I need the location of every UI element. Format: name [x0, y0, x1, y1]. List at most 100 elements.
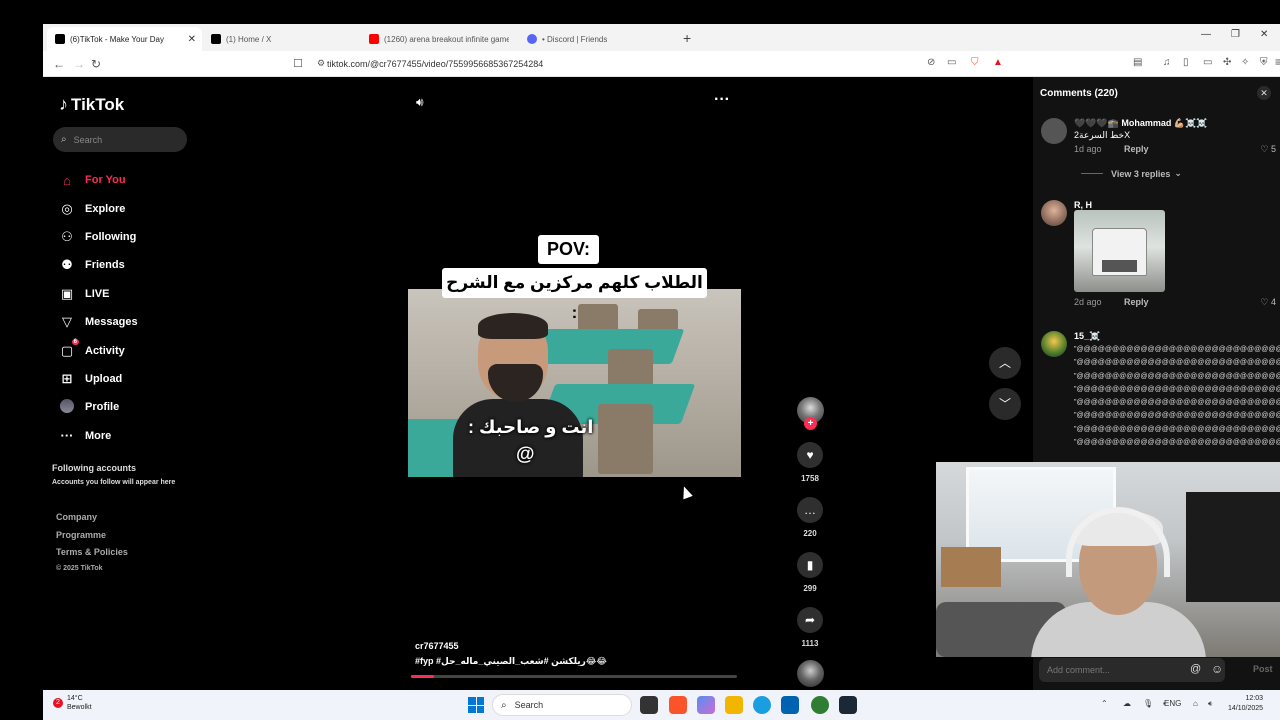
nav-label: More: [85, 429, 112, 442]
nav-for-you[interactable]: ⌂ For You: [59, 166, 138, 194]
network-icon[interactable]: ⌂: [1193, 699, 1198, 708]
bookmark-icon[interactable]: ☐: [293, 57, 303, 70]
share-icon[interactable]: ➦: [797, 607, 823, 633]
nav-live[interactable]: ▣ LIVE: [59, 280, 138, 308]
video-author[interactable]: cr7677455: [415, 641, 459, 651]
emoji-icon[interactable]: ☺: [1211, 662, 1223, 676]
task-view-icon[interactable]: [640, 696, 658, 714]
comment-like[interactable]: ♡ 4: [1260, 297, 1276, 308]
comment-like-count: 5: [1270, 144, 1276, 154]
close-window-icon[interactable]: ✕: [1260, 29, 1268, 40]
weather-widget[interactable]: 2 14°C Bewolkt: [53, 694, 92, 712]
comment-image[interactable]: [1074, 210, 1165, 292]
commenter-avatar[interactable]: [1041, 200, 1067, 226]
mute-site-icon[interactable]: ⊘: [927, 57, 935, 68]
tab-discord[interactable]: • Discord | Friends: [519, 27, 679, 51]
reply-button[interactable]: Reply: [1124, 144, 1149, 154]
close-tab-icon[interactable]: ✕: [188, 34, 196, 45]
search-box[interactable]: ⌕ Search: [53, 127, 187, 152]
mention-icon[interactable]: @: [1190, 663, 1201, 675]
wallet-icon[interactable]: ▭: [1203, 57, 1212, 68]
restore-icon[interactable]: ❐: [1231, 29, 1240, 40]
commenter-avatar[interactable]: [1041, 118, 1067, 144]
video-hashtags[interactable]: #fyp #ريلكشن #شعب_الصيني_ماله_حل😂😂: [415, 656, 607, 667]
follow-plus-icon[interactable]: +: [804, 417, 817, 430]
commenter-name[interactable]: R, H: [1074, 200, 1092, 210]
forward-icon[interactable]: →: [73, 57, 85, 71]
language-indicator[interactable]: ENG: [1164, 699, 1181, 708]
nav-explore[interactable]: ◎ Explore: [59, 194, 138, 222]
reload-icon[interactable]: ↻: [91, 57, 101, 71]
footer-company-link[interactable]: Company: [56, 512, 128, 530]
tiktok-logo[interactable]: ♪ TikTok: [59, 94, 124, 115]
nav-messages[interactable]: ▽ Messages: [59, 308, 138, 336]
brave-shield-icon[interactable]: ⛉: [971, 57, 979, 68]
following-accounts-subtitle: Accounts you follow will appear here: [52, 479, 176, 486]
leo-icon[interactable]: ✧: [1241, 57, 1249, 68]
nav-profile[interactable]: Profile: [59, 393, 138, 421]
close-comments-icon[interactable]: ✕: [1257, 86, 1271, 100]
video-progress-bar[interactable]: [411, 675, 737, 678]
tray-cloud-icon[interactable]: ☁: [1123, 699, 1131, 708]
commenter-name[interactable]: 15_☠️: [1074, 331, 1100, 342]
more-options-icon[interactable]: ···: [714, 91, 730, 109]
footer-terms-link[interactable]: Terms & Policies: [56, 547, 128, 565]
tab-x[interactable]: (1) Home / X: [203, 27, 363, 51]
tab-youtube[interactable]: (1260) arena breakout infinite gameplay: [361, 27, 521, 51]
steam-icon[interactable]: [839, 696, 857, 714]
nav-friends[interactable]: ⚉ Friends: [59, 251, 138, 279]
game-app-icon[interactable]: [811, 696, 829, 714]
brave-rewards-icon[interactable]: ▲: [993, 57, 1003, 68]
vpn-icon[interactable]: ⛨: [1260, 57, 1268, 68]
comment-icon[interactable]: …: [797, 497, 823, 523]
save-action[interactable]: ▮ 299: [795, 552, 825, 593]
store-icon[interactable]: [781, 696, 799, 714]
tray-mic-icon[interactable]: 🎙︎: [1143, 699, 1153, 708]
nav-upload[interactable]: ⊞ Upload: [59, 365, 138, 393]
taskbar-clock[interactable]: 12:03 14/10/2025: [1228, 694, 1263, 714]
nav-activity[interactable]: ▢ 6 Activity: [59, 336, 138, 364]
edge-icon[interactable]: [753, 696, 771, 714]
post-button[interactable]: Post: [1253, 664, 1273, 674]
comment-like[interactable]: ♡ 5: [1260, 144, 1276, 155]
back-icon[interactable]: ←: [53, 57, 65, 71]
nav-menu: ⌂ For You ◎ Explore ⚇ Following ⚉ Friend…: [59, 166, 138, 450]
nav-more[interactable]: ··· More: [59, 422, 138, 450]
reply-button[interactable]: Reply: [1124, 297, 1149, 307]
menu-icon[interactable]: ≡: [1275, 55, 1280, 69]
bookmark-icon[interactable]: ▮: [797, 552, 823, 578]
sidebar-toggle-icon[interactable]: ▤: [1133, 57, 1142, 68]
nav-following[interactable]: ⚇ Following: [59, 223, 138, 251]
copilot-icon[interactable]: [697, 696, 715, 714]
music-disc-avatar[interactable]: [797, 660, 824, 687]
site-info-icon[interactable]: ⚙: [317, 58, 325, 69]
file-explorer-icon[interactable]: [725, 696, 743, 714]
commenter-avatar[interactable]: [1041, 331, 1067, 357]
minimize-icon[interactable]: —: [1201, 29, 1211, 40]
brave-browser-icon[interactable]: [669, 696, 687, 714]
cast-icon[interactable]: ▭: [947, 57, 956, 68]
volume-tray-icon[interactable]: 🔉︎: [1208, 699, 1213, 709]
tab-tiktok[interactable]: (6)TikTok - Make Your Day ✕: [47, 27, 202, 51]
heart-icon[interactable]: ♥: [797, 442, 823, 468]
windows-start-icon[interactable]: [468, 697, 484, 713]
commenter-name[interactable]: 🖤🖤🖤🕋 Mohammad 💪🏼☠️☠️: [1074, 118, 1207, 129]
tray-chevron-icon[interactable]: ⌃: [1101, 699, 1108, 708]
creator-avatar[interactable]: +: [797, 397, 824, 430]
comment-action[interactable]: … 220: [795, 497, 825, 538]
previous-video-button[interactable]: ︿: [989, 347, 1021, 379]
music-icon[interactable]: ♫: [1163, 57, 1171, 68]
url-field[interactable]: ⚙ tiktok.com/@cr7677455/video/7559956685…: [309, 54, 1009, 74]
new-tab-button[interactable]: +: [683, 30, 691, 46]
comment-meta: 2d ago Reply: [1074, 297, 1169, 307]
clock-date: 14/10/2025: [1228, 705, 1264, 712]
share-action[interactable]: ➦ 1113: [795, 607, 825, 648]
taskbar-search[interactable]: ⌕ Search: [492, 694, 632, 716]
view-replies-button[interactable]: View 3 replies ⌄: [1081, 168, 1182, 179]
volume-icon[interactable]: 🔊︎: [416, 95, 424, 110]
like-action[interactable]: ♥ 1758: [795, 442, 825, 483]
panel-icon[interactable]: ▯: [1183, 57, 1189, 68]
next-video-button[interactable]: ﹀: [989, 388, 1021, 420]
footer-programme-link[interactable]: Programme: [56, 530, 128, 548]
extensions-icon[interactable]: ✣: [1223, 57, 1231, 68]
